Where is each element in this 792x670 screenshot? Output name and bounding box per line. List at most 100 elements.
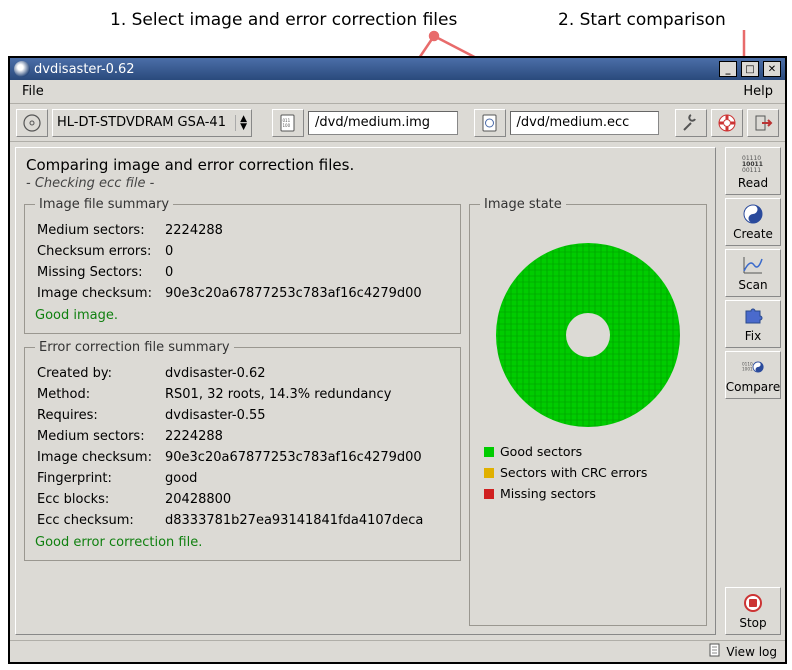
disc-chart <box>493 240 683 430</box>
value: d8333781b27ea93141841fda4107deca <box>163 510 450 531</box>
status-good-ecc: Good error correction file. <box>35 535 450 550</box>
exit-icon <box>752 112 774 134</box>
page-subtitle: - Checking ecc file - <box>26 176 707 191</box>
preferences-button[interactable] <box>675 109 707 137</box>
legend-crc: Sectors with CRC errors <box>484 465 696 480</box>
value: 90e3c20a67877253c783af16c4279d00 <box>163 447 450 468</box>
ecc-summary-legend: Error correction file summary <box>35 340 234 355</box>
menubar: File Help <box>10 80 785 104</box>
svg-text:1001: 1001 <box>742 366 753 371</box>
side-label: Scan <box>738 278 767 292</box>
binary-icon: 011101001100111 <box>742 152 764 174</box>
side-toolbar: 011101001100111 Read Create Scan Fix 011… <box>721 142 785 640</box>
graph-icon <box>742 254 764 276</box>
label: Ecc blocks: <box>35 489 163 510</box>
image-summary-legend: Image file summary <box>35 197 173 212</box>
side-label: Create <box>733 227 773 241</box>
app-icon <box>14 61 30 77</box>
value: 2224288 <box>163 220 450 241</box>
legend-good: Good sectors <box>484 444 696 459</box>
label: Checksum errors: <box>35 241 163 262</box>
value: RS01, 32 roots, 14.3% redundancy <box>163 384 450 405</box>
ecc-file-button[interactable] <box>474 109 506 137</box>
window-title: dvdisaster-0.62 <box>34 62 135 77</box>
legend-label: Sectors with CRC errors <box>500 465 647 480</box>
maximize-button[interactable]: □ <box>741 61 759 77</box>
label: Created by: <box>35 363 163 384</box>
square-icon <box>484 489 494 499</box>
side-label: Stop <box>739 616 766 630</box>
label: Requires: <box>35 405 163 426</box>
legend-missing: Missing sectors <box>484 486 696 501</box>
side-label: Compare <box>726 380 780 394</box>
menu-file[interactable]: File <box>16 82 50 101</box>
value: 90e3c20a67877253c783af16c4279d00 <box>163 283 450 304</box>
value: 0 <box>163 262 450 283</box>
value: 20428800 <box>163 489 450 510</box>
read-button[interactable]: 011101001100111 Read <box>725 147 781 195</box>
image-summary-group: Image file summary Medium sectors:222428… <box>24 197 461 334</box>
create-button[interactable]: Create <box>725 198 781 246</box>
scan-button[interactable]: Scan <box>725 249 781 297</box>
app-window: dvdisaster-0.62 _ □ ✕ File Help HL-DT-ST… <box>8 56 787 664</box>
help-button[interactable] <box>711 109 743 137</box>
ecc-path-value: /dvd/medium.ecc <box>517 115 630 130</box>
image-state-group: Image state <box>469 197 707 626</box>
ecc-summary-group: Error correction file summary Created by… <box>24 340 461 561</box>
chevron-updown-icon: ▲▼ <box>235 115 247 131</box>
legend-label: Missing sectors <box>500 486 596 501</box>
main-panel: Comparing image and error correction fil… <box>15 147 716 635</box>
binary-file-icon: 011100 <box>277 112 299 134</box>
square-icon <box>484 468 494 478</box>
drive-button[interactable] <box>16 109 48 137</box>
drive-select-label: HL-DT-STDVDRAM GSA-41 <box>57 115 226 130</box>
label: Medium sectors: <box>35 220 163 241</box>
square-icon <box>484 447 494 457</box>
annotation-step1: 1. Select image and error correction fil… <box>110 10 457 30</box>
annotation-step2: 2. Start comparison <box>558 10 726 30</box>
statusbar: View log <box>10 640 785 662</box>
drive-select[interactable]: HL-DT-STDVDRAM GSA-41 ▲▼ <box>52 109 252 137</box>
image-state-legend: Image state <box>480 197 566 212</box>
svg-text:100: 100 <box>283 123 291 128</box>
stop-button[interactable]: Stop <box>725 587 781 635</box>
ecc-file-icon <box>479 112 501 134</box>
label: Fingerprint: <box>35 468 163 489</box>
side-label: Fix <box>745 329 761 343</box>
image-file-button[interactable]: 011100 <box>272 109 304 137</box>
value: dvdisaster-0.62 <box>163 363 450 384</box>
view-log-link[interactable]: View log <box>726 645 777 659</box>
compare-button[interactable]: 01101001 Compare <box>725 351 781 399</box>
image-path-input[interactable]: /dvd/medium.img <box>308 111 458 135</box>
compare-icon: 01101001 <box>742 356 764 378</box>
legend-label: Good sectors <box>500 444 582 459</box>
value: 0 <box>163 241 450 262</box>
value: 2224288 <box>163 426 450 447</box>
minimize-button[interactable]: _ <box>719 61 737 77</box>
label: Method: <box>35 384 163 405</box>
lifebuoy-icon <box>716 112 738 134</box>
document-icon <box>708 643 722 660</box>
image-path-value: /dvd/medium.img <box>315 115 430 130</box>
page-title: Comparing image and error correction fil… <box>26 156 707 174</box>
yinyang-icon <box>742 203 764 225</box>
quit-button[interactable] <box>747 109 779 137</box>
status-good-image: Good image. <box>35 308 450 323</box>
label: Ecc checksum: <box>35 510 163 531</box>
main-toolbar: HL-DT-STDVDRAM GSA-41 ▲▼ 011100 /dvd/med… <box>10 104 785 142</box>
stop-icon <box>742 592 764 614</box>
value: dvdisaster-0.55 <box>163 405 450 426</box>
label: Image checksum: <box>35 447 163 468</box>
wrench-icon <box>680 112 702 134</box>
disc-icon <box>21 112 43 134</box>
value: good <box>163 468 450 489</box>
menu-help[interactable]: Help <box>737 82 779 101</box>
puzzle-icon <box>742 305 764 327</box>
ecc-path-input[interactable]: /dvd/medium.ecc <box>510 111 660 135</box>
close-button[interactable]: ✕ <box>763 61 781 77</box>
label: Missing Sectors: <box>35 262 163 283</box>
window-titlebar[interactable]: dvdisaster-0.62 _ □ ✕ <box>10 58 785 80</box>
side-label: Read <box>738 176 768 190</box>
label: Image checksum: <box>35 283 163 304</box>
fix-button[interactable]: Fix <box>725 300 781 348</box>
